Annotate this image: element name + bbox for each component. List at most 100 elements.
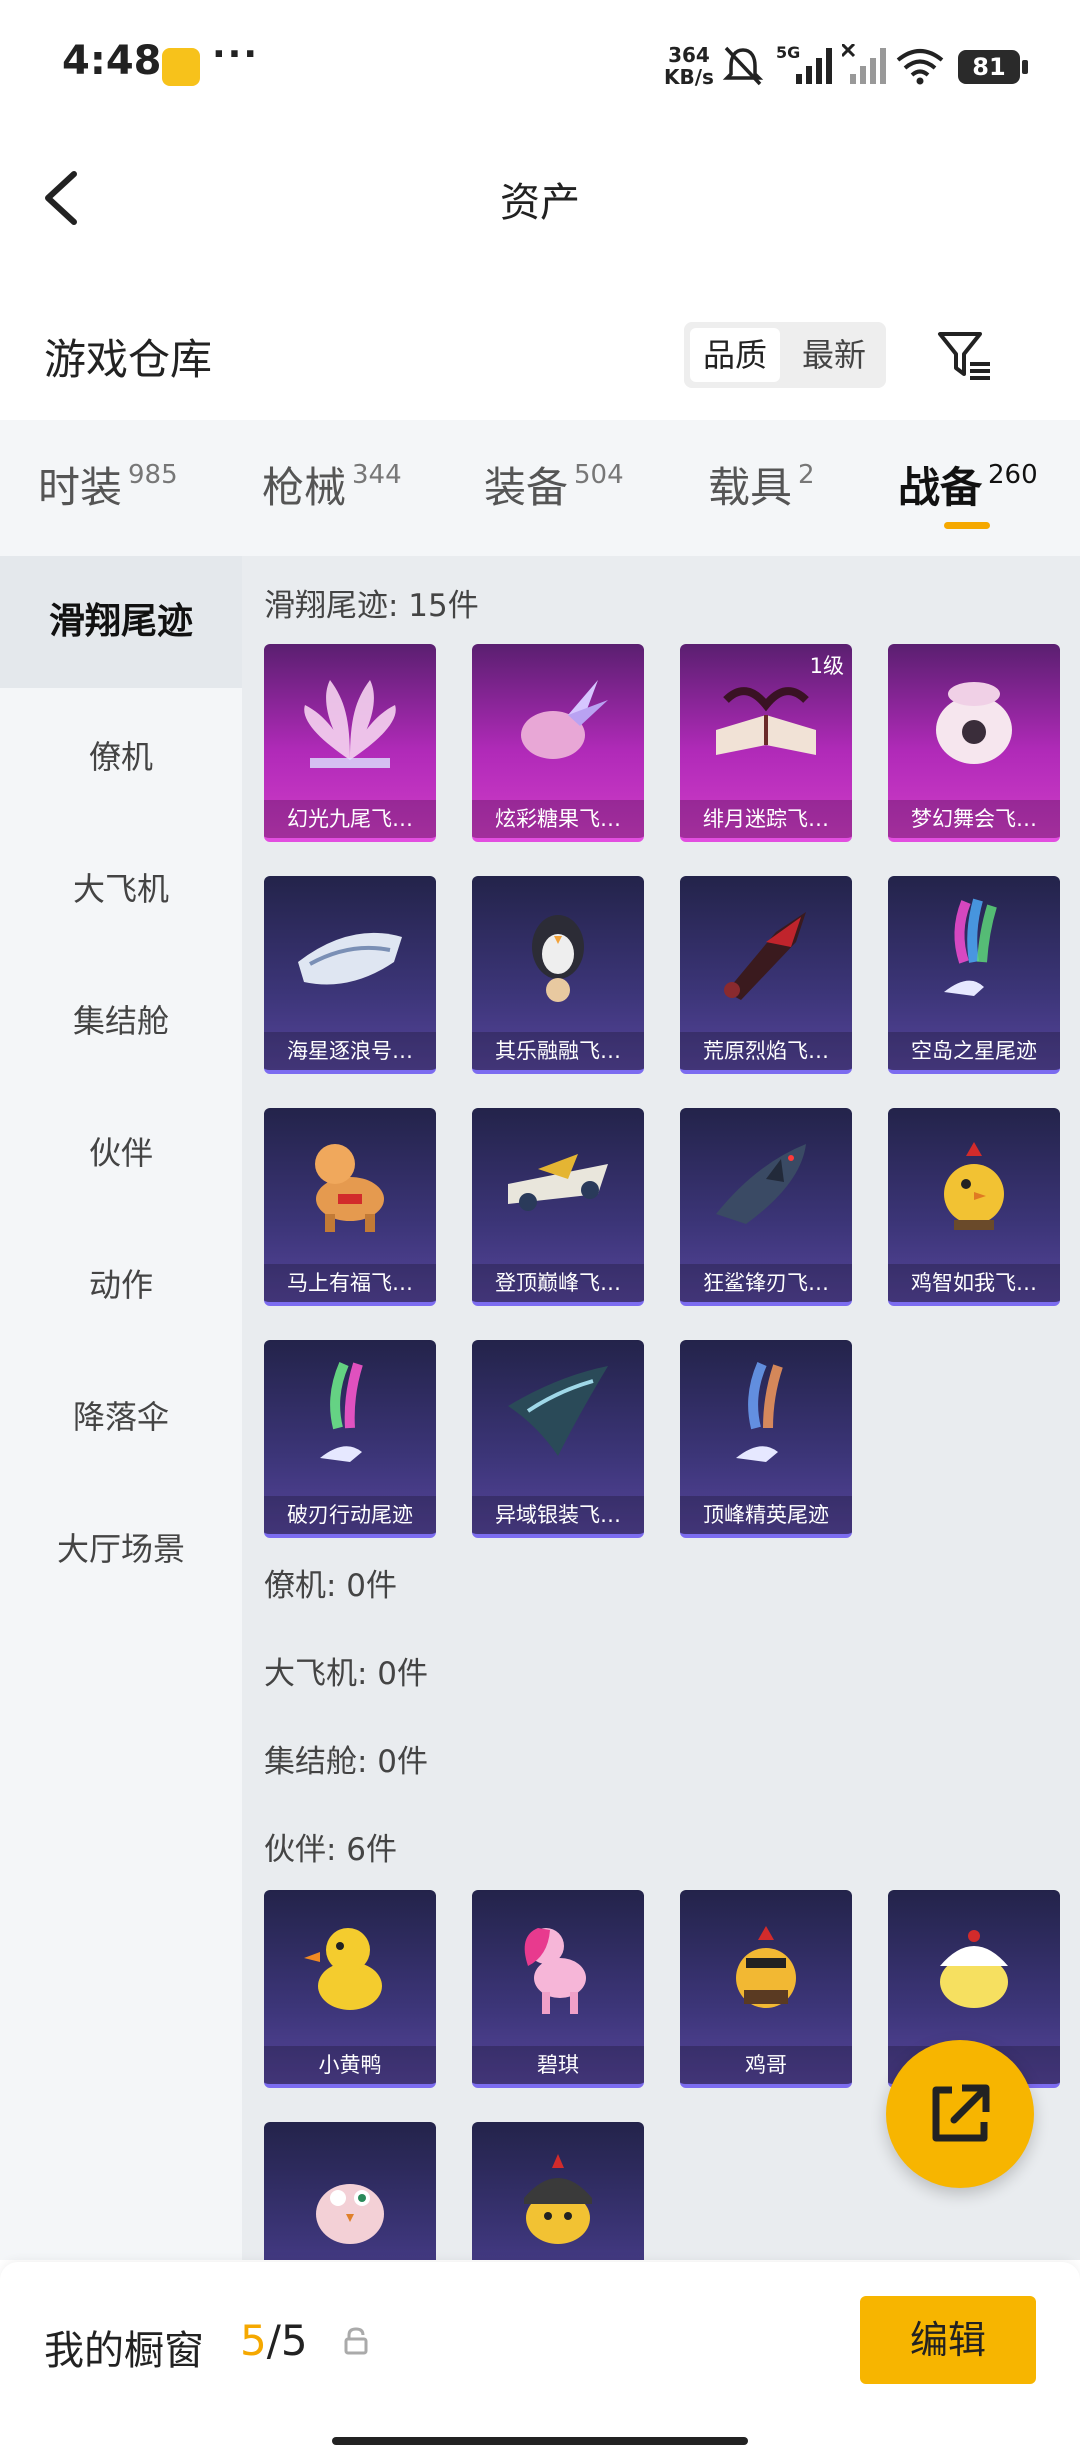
shark-icon — [716, 1144, 806, 1224]
tab-count: 504 — [574, 460, 624, 490]
battery-tip — [1022, 60, 1028, 74]
tab-label: 时装 — [38, 463, 123, 512]
item-name: 梦幻舞会飞… — [888, 800, 1060, 838]
item-card[interactable]: 小黄鸭 — [264, 1890, 436, 2088]
item-card[interactable]: 鸡智如我飞… — [888, 1108, 1060, 1306]
item-card[interactable] — [264, 2122, 436, 2260]
no-signal-icon — [842, 44, 886, 84]
yellow-duck-icon — [304, 1928, 382, 2010]
share-icon — [932, 2084, 990, 2142]
jet-icon — [508, 1154, 608, 1211]
item-name: 碧琪 — [472, 2046, 644, 2084]
nav-item-big-plane[interactable]: 大飞机 — [0, 864, 242, 910]
more-dots-icon: ··· — [212, 34, 260, 75]
tab-count: 260 — [988, 460, 1038, 490]
showcase-current: 5 — [240, 2316, 267, 2365]
item-name: 马上有福飞… — [264, 1264, 436, 1302]
sort-toggle: 品质 最新 — [684, 322, 886, 388]
tab-equipment[interactable]: 装备 504 — [484, 454, 624, 515]
item-card[interactable]: 幻光九尾飞… — [264, 644, 436, 842]
winged-glider-icon — [508, 1366, 608, 1456]
group-title-big-plane: 大飞机: 0件 — [264, 1656, 429, 1692]
tab-vehicles[interactable]: 载具 2 — [708, 454, 815, 515]
nav-item-emote[interactable]: 动作 — [0, 1260, 242, 1306]
item-card[interactable]: 其乐融融飞… — [472, 876, 644, 1074]
showcase-separator: / — [266, 2316, 281, 2365]
smoke-trail-icon — [320, 1361, 363, 1462]
nav-item-parachute[interactable]: 降落伞 — [0, 1392, 242, 1438]
item-name: 破刃行动尾迹 — [264, 1496, 436, 1534]
sort-quality-button[interactable]: 品质 — [690, 328, 780, 382]
nav-item-partner[interactable]: 伙伴 — [0, 1128, 242, 1174]
item-name: 绯月迷踪飞… — [680, 800, 852, 838]
item-grid: 滑翔尾迹: 15件 幻光九尾飞… 炫彩糖果飞… 1级 绯月迷踪飞… 梦幻舞会飞…… — [242, 556, 1080, 2260]
item-card[interactable]: 马上有福飞… — [264, 1108, 436, 1306]
item-name: 顶峰精英尾迹 — [680, 1496, 852, 1534]
item-card[interactable]: 破刃行动尾迹 — [264, 1340, 436, 1538]
page-title: 资产 — [500, 180, 580, 226]
item-card[interactable]: 1级 绯月迷踪飞… — [680, 644, 852, 842]
status-time: 4:48 — [62, 38, 162, 84]
item-name: 鸡哥 — [680, 2046, 852, 2084]
net-speed: 364 KB/s — [664, 44, 714, 88]
penguin-icon — [532, 915, 584, 1002]
app-badge-icon — [162, 48, 200, 86]
tab-fashion[interactable]: 时装 985 — [38, 454, 178, 515]
tab-combat-gear[interactable]: 战备 260 — [898, 454, 1038, 515]
home-indicator[interactable] — [332, 2437, 748, 2445]
lock-icon — [344, 2327, 368, 2355]
side-nav: 滑翔尾迹 僚机 大飞机 集结舱 伙伴 动作 降落伞 大厅场景 — [0, 556, 242, 2260]
item-name: 幻光九尾飞… — [264, 800, 436, 838]
item-name: 空岛之星尾迹 — [888, 1032, 1060, 1070]
item-card[interactable]: 荒原烈焰飞… — [680, 876, 852, 1074]
item-card[interactable]: 顶峰精英尾迹 — [680, 1340, 852, 1538]
item-card[interactable]: 海星逐浪号… — [264, 876, 436, 1074]
book-icon — [716, 687, 816, 755]
item-card[interactable]: 梦幻舞会飞… — [888, 644, 1060, 842]
tab-firearms[interactable]: 枪械 344 — [262, 454, 402, 515]
share-button[interactable] — [886, 2040, 1034, 2188]
tab-label: 战备 — [898, 463, 983, 512]
net-speed-unit: KB/s — [664, 65, 714, 89]
chicken-brother-icon — [736, 1926, 796, 2008]
nav-item-wingman[interactable]: 僚机 — [0, 732, 242, 778]
item-card[interactable] — [472, 2122, 644, 2260]
tab-count: 985 — [128, 460, 178, 490]
group-title-pod: 集结舱: 0件 — [264, 1744, 429, 1780]
nav-item-pod[interactable]: 集结舱 — [0, 996, 242, 1042]
candy-icon — [521, 680, 608, 759]
section-title: 游戏仓库 — [44, 335, 213, 384]
item-card[interactable]: 狂鲨锋刃飞… — [680, 1108, 852, 1306]
item-card[interactable]: 鸡哥 — [680, 1890, 852, 2088]
smoke-trail-icon — [736, 1361, 783, 1462]
item-name: 荒原烈焰飞… — [680, 1032, 852, 1070]
item-card[interactable]: 登顶巅峰飞… — [472, 1108, 644, 1306]
nav-item-glide-trail[interactable]: 滑翔尾迹 — [0, 556, 242, 688]
nav-item-lobby-scene[interactable]: 大厅场景 — [0, 1524, 242, 1570]
horse-icon — [315, 1144, 384, 1232]
edit-button[interactable]: 编辑 — [860, 2296, 1036, 2384]
item-name: 其乐融融飞… — [472, 1032, 644, 1070]
group-title-partner: 伙伴: 6件 — [264, 1832, 398, 1868]
net-speed-value: 364 — [668, 43, 710, 67]
item-card[interactable]: 异域银装飞… — [472, 1340, 644, 1538]
smoke-trail-icon — [944, 898, 997, 996]
pink-bird-icon — [316, 2184, 384, 2244]
group-title-glide: 滑翔尾迹: 15件 — [264, 588, 479, 624]
tab-label: 枪械 — [262, 463, 347, 512]
item-card[interactable]: 空岛之星尾迹 — [888, 876, 1060, 1074]
tab-count: 2 — [798, 460, 815, 490]
item-name: 小黄鸭 — [264, 2046, 436, 2084]
item-card[interactable]: 碧琪 — [472, 1890, 644, 2088]
pink-pony-icon — [524, 1928, 586, 2014]
egg-chick-icon — [940, 1930, 1008, 2008]
tab-count: 344 — [352, 460, 402, 490]
item-card[interactable]: 炫彩糖果飞… — [472, 644, 644, 842]
filter-icon[interactable] — [934, 324, 994, 384]
dream-ball-icon — [936, 682, 1012, 764]
item-name: 鸡智如我飞… — [888, 1264, 1060, 1302]
boat-icon — [298, 932, 402, 985]
item-name: 狂鲨锋刃飞… — [680, 1264, 852, 1302]
sort-newest-button[interactable]: 最新 — [788, 328, 880, 382]
nine-tail-icon — [304, 680, 396, 768]
